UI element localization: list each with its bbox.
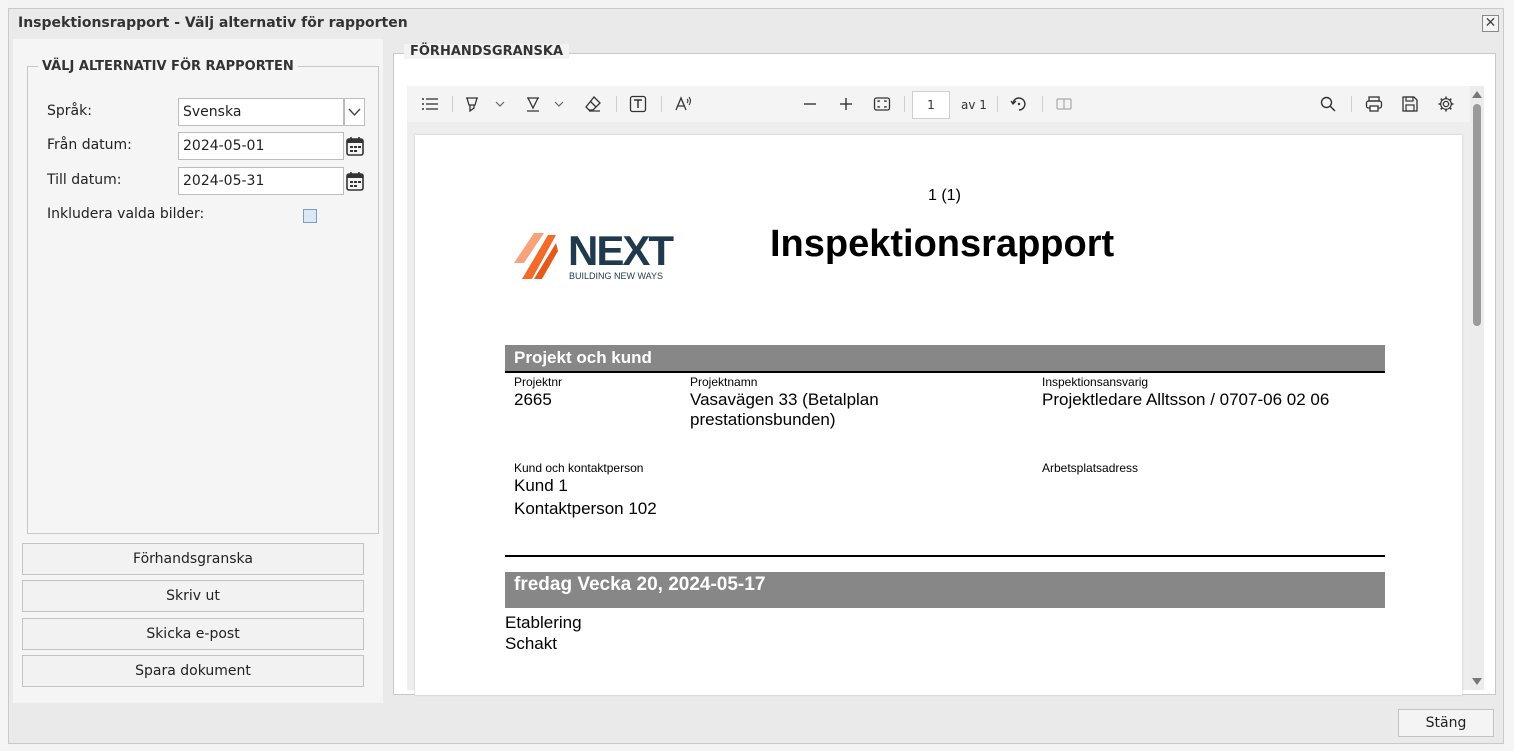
zoom-in-icon[interactable] [837, 95, 855, 113]
section-divider [505, 371, 1385, 373]
document-page: 1 (1) NEXT BUILDING NEW WAYS Inspektions… [415, 135, 1462, 695]
projektnamn-label: Projektnamn [690, 375, 758, 389]
toolbar-separator [1042, 96, 1043, 112]
zoom-out-icon[interactable] [801, 95, 819, 113]
background-app-left [0, 0, 8, 751]
toolbar-separator [1351, 96, 1352, 112]
projektnamn-value-line2: prestationsbunden) [690, 410, 836, 429]
print-icon[interactable] [1365, 95, 1383, 113]
section-header-day: fredag Vecka 20, 2024-05-17 [505, 572, 1385, 608]
logo-wordmark: NEXT [568, 227, 674, 274]
search-icon[interactable] [1319, 95, 1337, 113]
toolbar-separator [452, 96, 453, 112]
dialog-titlebar: Inspektionsrapport - Välj alternativ för… [9, 9, 1503, 39]
toolbar-separator [661, 96, 662, 112]
underline-icon[interactable] [524, 95, 542, 113]
projektnamn-value-line1: Vasavägen 33 (Betalplan [690, 390, 879, 409]
language-select[interactable]: Svenska [178, 98, 344, 126]
options-panel: VÄLJ ALTERNATIV FÖR RAPPORTEN Språk: Sve… [13, 39, 383, 703]
scrollbar-thumb[interactable] [1473, 104, 1481, 326]
section-header-project: Projekt och kund [505, 345, 1385, 371]
send-email-button[interactable]: Skicka e-post [22, 618, 364, 650]
language-dropdown-button[interactable] [344, 98, 365, 126]
preview-group: FÖRHANDSGRANSKA 1 av 1 1 (1) NEXT BUILDI… [393, 44, 1496, 695]
rotate-icon[interactable] [1010, 95, 1028, 113]
page-number-input[interactable]: 1 [912, 91, 950, 119]
ansvarig-label: Inspektionsansvarig [1042, 375, 1149, 389]
page-number-label: 1 (1) [928, 187, 961, 204]
pdf-viewer: 1 av 1 1 (1) NEXT BUILDING NEW WAYS Insp… [407, 86, 1470, 695]
ansvarig-value: Projektledare Alltsson / 0707-06 02 06 [1042, 390, 1330, 409]
read-aloud-icon[interactable] [674, 95, 692, 113]
options-legend: VÄLJ ALTERNATIV FÖR RAPPORTEN [42, 59, 294, 74]
kund-value: Kund 1 [514, 476, 568, 495]
chevron-down-icon[interactable] [550, 95, 568, 113]
calendar-icon[interactable] [346, 171, 364, 191]
from-date-input[interactable]: 2024-05-01 [178, 132, 344, 160]
document-title: Inspektionsrapport [770, 223, 1115, 265]
save-document-button[interactable]: Spara dokument [22, 655, 364, 687]
projektnr-value: 2665 [514, 390, 552, 409]
include-images-checkbox[interactable] [303, 209, 317, 223]
calendar-icon[interactable] [346, 136, 364, 156]
page-total: av 1 [961, 98, 987, 112]
section-divider [505, 555, 1385, 557]
kund-label: Kund och kontaktperson [514, 461, 644, 475]
scroll-up-icon[interactable] [1472, 91, 1482, 98]
language-label: Språk: [47, 103, 92, 119]
outline-list-icon[interactable] [421, 95, 439, 113]
close-icon[interactable]: ✕ [1482, 15, 1499, 32]
close-button[interactable]: Stäng [1398, 709, 1494, 737]
preview-legend: FÖRHANDSGRANSKA [404, 44, 570, 59]
save-icon[interactable] [1401, 95, 1419, 113]
report-options-dialog: Inspektionsrapport - Välj alternativ för… [8, 8, 1504, 744]
logo-tagline: BUILDING NEW WAYS [569, 271, 664, 281]
arbetsplatsadress-label: Arbetsplatsadress [1042, 461, 1139, 475]
pdf-toolbar: 1 av 1 [407, 86, 1470, 122]
background-app-right [1504, 0, 1514, 751]
chevron-down-icon[interactable] [491, 95, 509, 113]
to-date-label: Till datum: [47, 172, 122, 188]
list-item: Etablering [505, 613, 582, 632]
highlight-icon[interactable] [463, 95, 481, 113]
options-fieldset: VÄLJ ALTERNATIV FÖR RAPPORTEN Språk: Sve… [27, 59, 379, 534]
fit-page-icon[interactable] [873, 95, 891, 113]
include-images-label: Inkludera valda bilder: [47, 206, 205, 222]
chevron-down-icon [348, 108, 361, 117]
dialog-title: Inspektionsrapport - Välj alternativ för… [18, 15, 408, 31]
list-item: Schakt [505, 634, 557, 653]
toolbar-separator [997, 96, 998, 112]
scroll-down-icon[interactable] [1472, 678, 1482, 685]
text-box-icon[interactable] [629, 95, 647, 113]
preview-button[interactable]: Förhandsgranska [22, 543, 364, 575]
toolbar-separator [904, 96, 905, 112]
from-date-label: Från datum: [47, 137, 132, 153]
two-page-view-icon[interactable] [1055, 95, 1073, 113]
toolbar-separator [616, 96, 617, 112]
eraser-icon[interactable] [584, 95, 602, 113]
print-button[interactable]: Skriv ut [22, 580, 364, 612]
company-logo: NEXT BUILDING NEW WAYS [512, 229, 682, 289]
projektnr-label: Projektnr [514, 375, 563, 389]
gear-icon[interactable] [1437, 95, 1455, 113]
to-date-input[interactable]: 2024-05-31 [178, 167, 344, 195]
kontakt-value: Kontaktperson 102 [514, 499, 657, 518]
preview-scrollbar[interactable] [1470, 86, 1484, 690]
